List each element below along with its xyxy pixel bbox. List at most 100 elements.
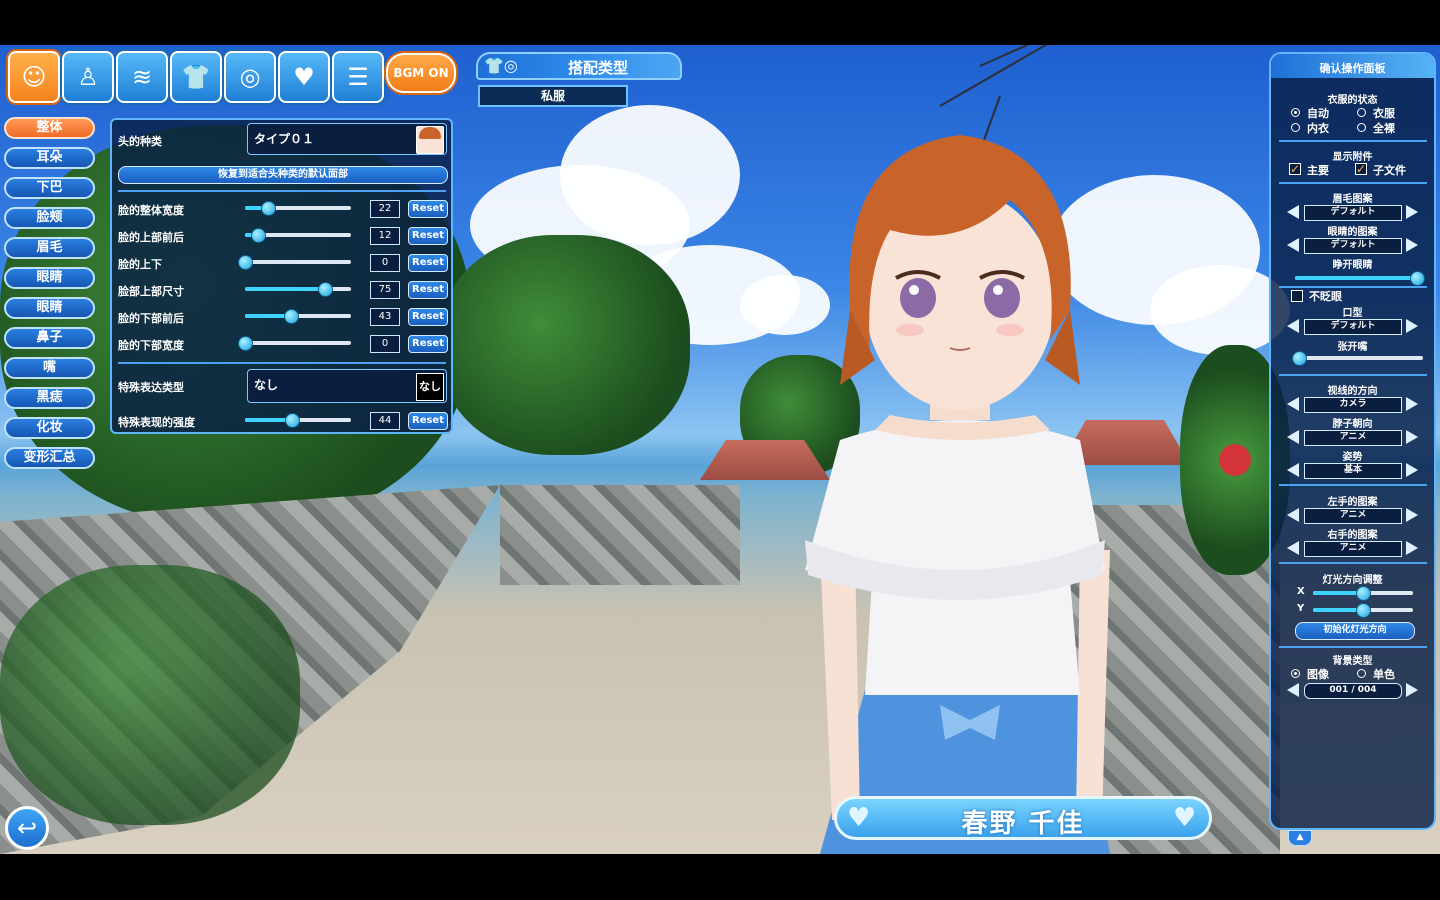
slider-knob[interactable]	[1291, 351, 1307, 366]
eye-pattern-next-arrow[interactable]	[1406, 238, 1418, 252]
eyebrow-next-arrow[interactable]	[1406, 205, 1418, 219]
no-blink-checkbox[interactable]	[1291, 290, 1303, 302]
face-slider-value[interactable]: 75	[370, 281, 400, 299]
gaze-prev-arrow[interactable]	[1287, 397, 1299, 411]
slider-knob[interactable]	[317, 282, 333, 297]
face-slider[interactable]	[245, 309, 351, 324]
face-slider-value[interactable]: 22	[370, 200, 400, 218]
back-button[interactable]: ↩	[5, 806, 49, 850]
left-hand-select[interactable]: アニメ	[1304, 508, 1402, 524]
pose-select[interactable]: 基本	[1304, 463, 1402, 479]
accessory-sub-checkbox[interactable]: ✓	[1355, 163, 1367, 175]
bgm-toggle-button[interactable]: BGM ON	[386, 53, 456, 93]
face-slider-reset-button[interactable]: Reset	[408, 254, 448, 272]
right-hand-prev-arrow[interactable]	[1287, 541, 1299, 555]
background-prev-arrow[interactable]	[1287, 683, 1299, 697]
slider-knob[interactable]	[283, 309, 299, 324]
expression-type-thumbnail[interactable]: なし	[416, 373, 444, 401]
expression-strength-reset-button[interactable]: Reset	[408, 412, 448, 430]
left-hand-prev-arrow[interactable]	[1287, 508, 1299, 522]
nav-eyes-2[interactable]: 眼睛	[4, 297, 95, 319]
mouth-next-arrow[interactable]	[1406, 319, 1418, 333]
clothing-auto-radio[interactable]	[1291, 108, 1300, 117]
face-slider[interactable]	[245, 201, 351, 216]
expression-strength-slider[interactable]	[245, 413, 351, 428]
face-slider-value[interactable]: 12	[370, 227, 400, 245]
head-type-thumbnail[interactable]	[416, 126, 444, 154]
nav-nose[interactable]: 鼻子	[4, 327, 95, 349]
background-index[interactable]: 001 / 004	[1304, 683, 1402, 699]
hair-category-icon[interactable]: ≋	[116, 51, 168, 103]
face-slider-value[interactable]: 43	[370, 308, 400, 326]
slider-knob[interactable]	[1356, 603, 1371, 618]
accessory-main-checkbox[interactable]: ✓	[1289, 163, 1301, 175]
pose-title: 姿势	[1342, 452, 1363, 463]
nav-moles[interactable]: 黑痣	[4, 387, 95, 409]
pose-prev-arrow[interactable]	[1287, 463, 1299, 477]
mouth-open-slider[interactable]	[1291, 351, 1423, 366]
nav-mouth[interactable]: 嘴	[4, 357, 95, 379]
face-slider-reset-button[interactable]: Reset	[408, 200, 448, 218]
accessory-category-icon[interactable]: ◎	[224, 51, 276, 103]
nav-eyes-1[interactable]: 眼睛	[4, 267, 95, 289]
body-category-icon[interactable]: ♙	[62, 51, 114, 103]
nav-morph-summary[interactable]: 变形汇总	[4, 447, 95, 469]
mouth-select[interactable]: デフォルト	[1304, 319, 1402, 335]
gaze-next-arrow[interactable]	[1406, 397, 1418, 411]
clothes-category-icon[interactable]: 👕	[170, 51, 222, 103]
expression-strength-value[interactable]: 44	[370, 412, 400, 430]
face-category-icon[interactable]: ☺	[8, 51, 60, 103]
face-slider[interactable]	[245, 228, 351, 243]
pose-next-arrow[interactable]	[1406, 463, 1418, 477]
eye-pattern-select[interactable]: デフォルト	[1304, 238, 1402, 254]
face-slider[interactable]	[238, 255, 351, 270]
face-slider-value[interactable]: 0	[370, 335, 400, 353]
face-slider[interactable]	[238, 336, 351, 351]
face-slider-reset-button[interactable]: Reset	[408, 281, 448, 299]
light-y-slider[interactable]	[1313, 603, 1413, 618]
gaze-select[interactable]: カメラ	[1304, 397, 1402, 413]
mouth-prev-arrow[interactable]	[1287, 319, 1299, 333]
nav-chin[interactable]: 下巴	[4, 177, 95, 199]
outfit-type-value[interactable]: 私服	[478, 85, 628, 107]
clothing-underwear-radio[interactable]	[1291, 123, 1300, 132]
reset-light-direction-button[interactable]: 初始化灯光方向	[1295, 622, 1415, 640]
right-hand-next-arrow[interactable]	[1406, 541, 1418, 555]
face-slider-reset-button[interactable]: Reset	[408, 308, 448, 326]
eye-open-slider[interactable]	[1295, 271, 1425, 286]
light-x-slider[interactable]	[1313, 586, 1413, 601]
face-slider-value[interactable]: 0	[370, 254, 400, 272]
nav-overall[interactable]: 整体	[4, 117, 95, 139]
slider-knob[interactable]	[238, 255, 253, 270]
right-hand-select[interactable]: アニメ	[1304, 541, 1402, 557]
system-menu-icon[interactable]: ☰	[332, 51, 384, 103]
neck-select[interactable]: アニメ	[1304, 430, 1402, 446]
face-slider-reset-button[interactable]: Reset	[408, 227, 448, 245]
neck-next-arrow[interactable]	[1406, 430, 1418, 444]
slider-knob[interactable]	[1356, 586, 1371, 601]
left-hand-next-arrow[interactable]	[1406, 508, 1418, 522]
slider-knob[interactable]	[250, 228, 266, 243]
collapse-panel-button[interactable]: ▲	[1288, 830, 1312, 846]
clothing-nude-radio[interactable]	[1357, 123, 1366, 132]
nav-makeup[interactable]: 化妆	[4, 417, 95, 439]
slider-knob[interactable]	[1409, 271, 1425, 286]
nav-eyebrows[interactable]: 眉毛	[4, 237, 95, 259]
background-image-radio[interactable]	[1291, 669, 1300, 678]
background-solid-radio[interactable]	[1357, 669, 1366, 678]
face-slider-reset-button[interactable]: Reset	[408, 335, 448, 353]
slider-knob[interactable]	[261, 201, 277, 216]
restore-default-face-button[interactable]: 恢复到适合头种类的默认面部	[118, 166, 448, 184]
clothing-clothes-radio[interactable]	[1357, 108, 1366, 117]
personality-category-icon[interactable]: ♥	[278, 51, 330, 103]
nav-cheeks[interactable]: 脸颊	[4, 207, 95, 229]
slider-knob[interactable]	[238, 336, 253, 351]
face-slider[interactable]	[245, 282, 351, 297]
nav-ears[interactable]: 耳朵	[4, 147, 95, 169]
background-next-arrow[interactable]	[1406, 683, 1418, 697]
slider-knob[interactable]	[284, 413, 300, 428]
eye-pattern-prev-arrow[interactable]	[1287, 238, 1299, 252]
neck-prev-arrow[interactable]	[1287, 430, 1299, 444]
eyebrow-pattern-select[interactable]: デフォルト	[1304, 205, 1402, 221]
eyebrow-prev-arrow[interactable]	[1287, 205, 1299, 219]
